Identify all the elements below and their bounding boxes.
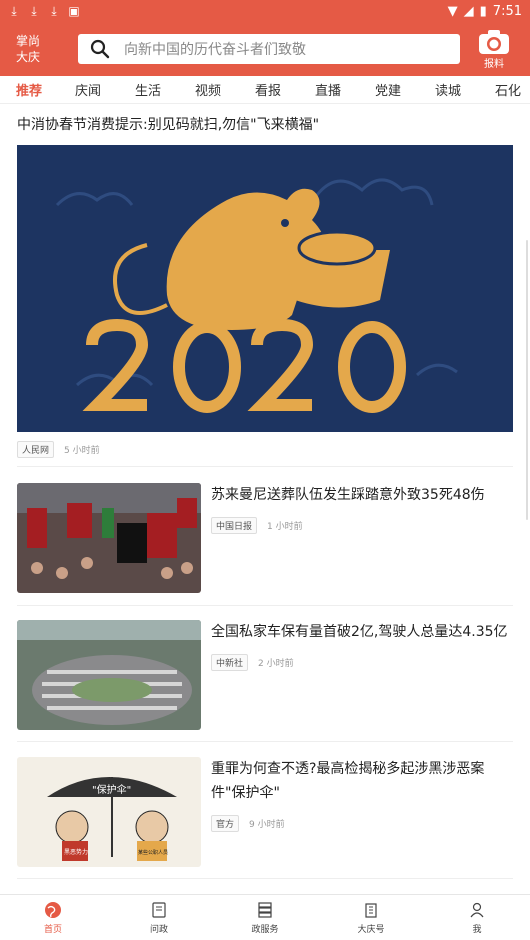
new-year-2020-illustration — [17, 145, 513, 432]
status-bar: ⤓ ⤓ ⤓ ▣ ▼ ◢ ▮ 7:51 — [0, 0, 530, 22]
tab-qingwen[interactable]: 庆闻 — [58, 80, 118, 99]
nav-gov-service[interactable]: 政服务 — [212, 895, 318, 940]
tab-recommend[interactable]: 推荐 — [0, 80, 58, 99]
news-thumbnail — [17, 483, 201, 593]
download-icon: ⤓ — [51, 3, 57, 18]
umbrella-caption: "保护伞" — [92, 783, 131, 796]
timestamp: 1 小时前 — [267, 522, 303, 532]
battery-icon: ▮ — [479, 3, 487, 19]
caption-label: 某些公职人员 — [138, 849, 168, 856]
app-notification-icon: ▣ — [68, 4, 80, 18]
divider — [17, 741, 513, 742]
divider — [17, 605, 513, 606]
news-title: 苏来曼尼送葬队伍发生踩踏意外致35死48伤 — [211, 487, 485, 503]
news-meta: 官方 9 小时前 — [211, 815, 285, 832]
download-icon: ⤓ — [31, 3, 37, 18]
news-item[interactable]: 苏来曼尼送葬队伍发生踩踏意外致35死48伤 中国日报 1 小时前 — [17, 483, 513, 595]
news-meta: 中国日报 1 小时前 — [211, 517, 303, 534]
building-icon — [365, 902, 377, 918]
divider — [17, 466, 513, 467]
timestamp: 2 小时前 — [258, 659, 294, 669]
news-item[interactable]: 全国私家车保有量首破2亿,驾驶人总量达4.35亿 中新社 2 小时前 — [17, 620, 513, 732]
news-feed: 中消协春节消费提示:别见码就扫,勿信"飞来横福" 人民网 5 小时前 苏来曼尼送… — [0, 104, 530, 894]
download-icon: ⤓ — [11, 3, 17, 18]
caption-label: 黑恶势力 — [64, 848, 88, 856]
tab-life[interactable]: 生活 — [118, 80, 178, 99]
timestamp: 5 小时前 — [64, 446, 100, 456]
bottom-nav: 首页 问政 政服务 大庆号 我 — [0, 894, 530, 940]
user-icon — [470, 902, 484, 917]
news-thumbnail: "保护伞" 黑恶势力 某些公职人员 — [17, 757, 201, 867]
report-button[interactable]: 报料 — [474, 29, 514, 70]
hero-image[interactable] — [17, 145, 513, 432]
question-doc-icon — [152, 901, 166, 918]
nav-me[interactable]: 我 — [424, 895, 530, 940]
source-badge: 人民网 — [17, 441, 55, 458]
tab-petrochemical[interactable]: 石化 — [478, 80, 530, 99]
source-badge: 中国日报 — [211, 517, 258, 534]
nav-daqing-account[interactable]: 大庆号 — [318, 895, 424, 940]
brand-logo[interactable]: 掌尚 大庆 — [0, 33, 60, 65]
wifi-icon: ▼ — [447, 3, 458, 19]
tab-video[interactable]: 视频 — [178, 80, 238, 99]
tab-newspaper[interactable]: 看报 — [238, 80, 298, 99]
search-icon — [90, 39, 110, 59]
source-badge: 中新社 — [211, 654, 249, 671]
nav-ask-gov[interactable]: 问政 — [106, 895, 212, 940]
tab-party[interactable]: 党建 — [358, 80, 418, 99]
nav-home[interactable]: 首页 — [0, 895, 106, 940]
globe-icon — [45, 901, 61, 918]
app-header: 掌尚 大庆 向新中国的历代奋斗者们致敬 报料 — [0, 22, 530, 76]
server-icon — [258, 901, 272, 918]
top-headline[interactable]: 中消协春节消费提示:别见码就扫,勿信"飞来横福" — [17, 114, 319, 134]
hero-meta: 人民网 5 小时前 — [17, 441, 100, 458]
source-badge: 官方 — [211, 815, 240, 832]
search-bar[interactable]: 向新中国的历代奋斗者们致敬 — [78, 34, 460, 64]
divider — [17, 878, 513, 879]
scrollbar[interactable] — [526, 240, 528, 520]
news-item[interactable]: "保护伞" 黑恶势力 某些公职人员 重罪为何查不透?最高检揭秘多起涉黑涉恶案件"… — [17, 757, 513, 869]
tab-read-city[interactable]: 读城 — [418, 80, 478, 99]
news-title: 全国私家车保有量首破2亿,驾驶人总量达4.35亿 — [211, 624, 508, 640]
news-meta: 中新社 2 小时前 — [211, 654, 294, 671]
news-title: 重罪为何查不透?最高检揭秘多起涉黑涉恶案件"保护伞" — [211, 761, 485, 801]
search-placeholder: 向新中国的历代奋斗者们致敬 — [124, 42, 306, 58]
camera-icon — [479, 29, 509, 54]
timestamp: 9 小时前 — [249, 820, 285, 830]
news-thumbnail — [17, 620, 201, 730]
tab-live[interactable]: 直播 — [298, 80, 358, 99]
signal-icon: ◢ — [463, 3, 474, 19]
category-tabs: 推荐 庆闻 生活 视频 看报 直播 党建 读城 石化 — [0, 76, 530, 104]
clock: 7:51 — [492, 3, 522, 19]
